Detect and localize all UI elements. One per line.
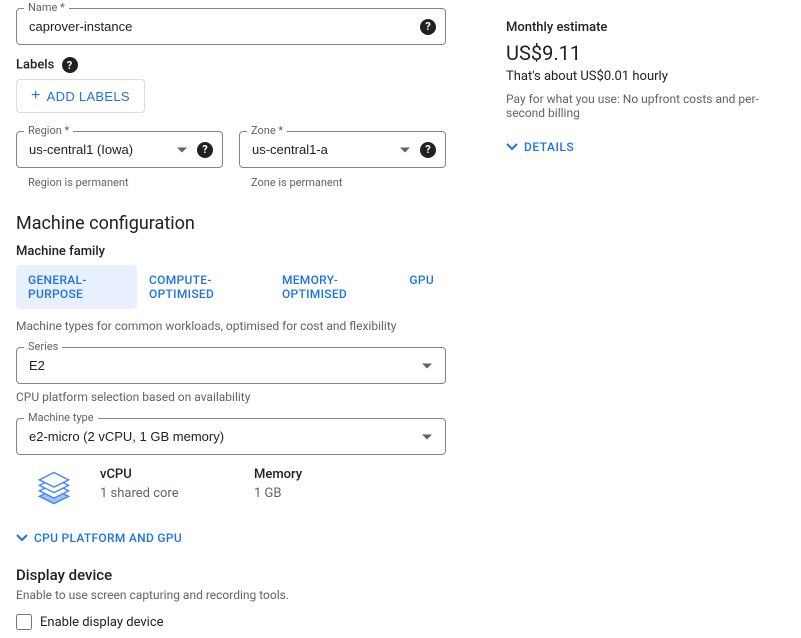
- name-field: Name * ?: [16, 8, 446, 45]
- chevron-down-icon: [506, 140, 518, 154]
- vcpu-value: 1 shared core: [100, 486, 230, 501]
- help-icon[interactable]: ?: [197, 142, 213, 158]
- machine-specs: vCPU 1 shared core Memory 1 GB: [16, 467, 446, 511]
- zone-label: Zone *: [247, 124, 287, 137]
- machine-type-icon: [32, 467, 76, 511]
- estimate-note: Pay for what you use: No upfront costs a…: [506, 92, 785, 120]
- series-label: Series: [24, 340, 62, 353]
- machine-type-field: Machine type e2-micro (2 vCPU, 1 GB memo…: [16, 418, 446, 455]
- display-device-desc: Enable to use screen capturing and recor…: [16, 588, 446, 602]
- display-device-title: Display device: [16, 566, 446, 584]
- tab-memory-optimised[interactable]: MEMORY-OPTIMISED: [270, 265, 397, 309]
- display-device-checkbox-row[interactable]: Enable display device: [16, 614, 446, 630]
- series-helper: CPU platform selection based on availabi…: [16, 390, 446, 404]
- display-device-checkbox-label: Enable display device: [40, 615, 164, 630]
- estimate-hourly: That's about US$0.01 hourly: [506, 69, 785, 84]
- memory-label: Memory: [254, 467, 384, 482]
- help-icon[interactable]: ?: [420, 19, 436, 35]
- memory-value: 1 GB: [254, 486, 384, 501]
- tab-gpu[interactable]: GPU: [397, 265, 446, 309]
- estimate-label: Monthly estimate: [506, 20, 785, 35]
- machine-family-label: Machine family: [16, 244, 446, 259]
- zone-helper: Zone is permanent: [239, 176, 446, 189]
- display-device-checkbox[interactable]: [16, 614, 32, 630]
- tab-general-purpose[interactable]: GENERAL-PURPOSE: [16, 265, 137, 309]
- series-field: Series E2: [16, 347, 446, 384]
- region-label: Region *: [24, 124, 73, 137]
- zone-field: Zone * us-central1-a ?: [239, 131, 446, 168]
- plus-icon: +: [31, 88, 41, 104]
- estimate-panel: Monthly estimate US$9.11 That's about US…: [506, 8, 785, 630]
- estimate-price: US$9.11: [506, 41, 785, 65]
- region-field: Region * us-central1 (Iowa) ?: [16, 131, 223, 168]
- estimate-details-link[interactable]: DETAILS: [506, 140, 574, 154]
- vcpu-label: vCPU: [100, 467, 230, 482]
- series-select[interactable]: E2: [16, 347, 446, 384]
- cpu-platform-gpu-link[interactable]: CPU PLATFORM AND GPU: [16, 531, 182, 545]
- machine-config-title: Machine configuration: [16, 213, 446, 234]
- name-label: Name *: [24, 1, 69, 14]
- name-input[interactable]: [16, 8, 446, 45]
- help-icon[interactable]: ?: [420, 142, 436, 158]
- add-labels-button[interactable]: + ADD LABELS: [16, 79, 145, 113]
- tab-compute-optimised[interactable]: COMPUTE-OPTIMISED: [137, 265, 270, 309]
- machine-family-tabs: GENERAL-PURPOSE COMPUTE-OPTIMISED MEMORY…: [16, 265, 446, 309]
- help-icon[interactable]: ?: [62, 57, 78, 73]
- tab-description: Machine types for common workloads, opti…: [16, 319, 446, 333]
- machine-type-label: Machine type: [24, 411, 98, 424]
- region-helper: Region is permanent: [16, 176, 223, 189]
- labels-heading: Labels ?: [16, 57, 446, 73]
- chevron-down-icon: [16, 531, 28, 545]
